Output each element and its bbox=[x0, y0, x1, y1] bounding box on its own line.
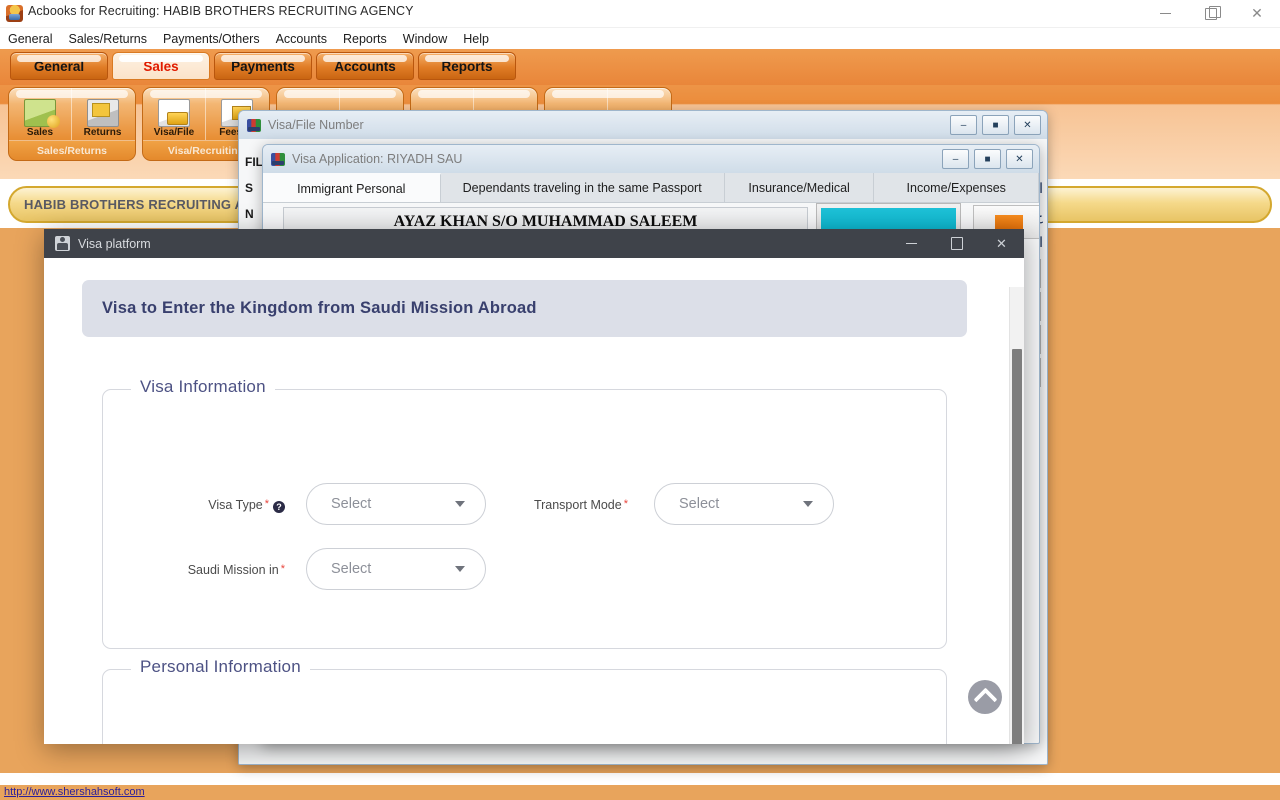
visa-type-required-mark: * bbox=[265, 498, 269, 510]
visa-platform-title: Visa platform bbox=[78, 237, 151, 251]
visa-file-window-controls: – ■ ✕ bbox=[950, 115, 1041, 135]
menu-item-window[interactable]: Window bbox=[403, 32, 447, 46]
visa-file-label-s: S bbox=[245, 175, 263, 201]
transport-mode-label-text: Transport Mode bbox=[534, 498, 622, 512]
visa-type-label: Visa Type*? bbox=[145, 498, 285, 513]
ribbon-button-returns[interactable]: Returns bbox=[71, 88, 133, 140]
ribbon-group-sales-returns: Sales Returns Sales/Returns bbox=[8, 87, 136, 161]
mdi-window-icon bbox=[247, 119, 261, 132]
visa-platform-banner: Visa to Enter the Kingdom from Saudi Mis… bbox=[82, 280, 967, 337]
status-bar bbox=[0, 785, 1280, 800]
ribbon-button-visa-file[interactable]: Visa/File bbox=[143, 88, 205, 140]
visa-file-left-labels: FIL S N bbox=[245, 149, 263, 227]
transport-mode-label: Transport Mode* bbox=[473, 498, 628, 512]
ribbon-button-visa-file-label: Visa/File bbox=[154, 127, 194, 138]
visa-file-label-fil: FIL bbox=[245, 149, 263, 175]
menu-item-general[interactable]: General bbox=[8, 32, 52, 46]
tab-income-expenses[interactable]: Income/Expenses bbox=[874, 173, 1039, 202]
chevron-down-icon bbox=[803, 501, 813, 507]
visa-application-close-button[interactable]: ✕ bbox=[1006, 149, 1033, 169]
help-icon[interactable]: ? bbox=[273, 501, 285, 513]
visa-platform-scrollbar[interactable] bbox=[1009, 287, 1024, 744]
chevron-down-icon bbox=[455, 501, 465, 507]
transport-mode-placeholder: Select bbox=[679, 496, 719, 512]
tab-dependants-same-passport[interactable]: Dependants traveling in the same Passpor… bbox=[441, 173, 725, 202]
menu-item-accounts[interactable]: Accounts bbox=[276, 32, 327, 46]
visa-platform-content: Visa to Enter the Kingdom from Saudi Mis… bbox=[44, 258, 1024, 744]
orange-action-icon bbox=[995, 215, 1023, 229]
money-stack-icon bbox=[24, 99, 56, 127]
ribbon-tab-payments[interactable]: Payments bbox=[214, 52, 312, 80]
visa-platform-maximize-button[interactable] bbox=[934, 229, 979, 258]
visa-type-select[interactable]: Select bbox=[306, 483, 486, 525]
chevron-down-icon bbox=[455, 566, 465, 572]
visa-file-maximize-button[interactable]: ■ bbox=[982, 115, 1009, 135]
ribbon-button-returns-label: Returns bbox=[84, 127, 122, 138]
mdi-window-icon bbox=[271, 153, 285, 166]
menu-item-sales-returns[interactable]: Sales/Returns bbox=[68, 32, 147, 46]
application-window: Acbooks for Recruiting: HABIB BROTHERS R… bbox=[0, 0, 1280, 800]
tab-insurance-medical[interactable]: Insurance/Medical bbox=[725, 173, 875, 202]
saudi-mission-label-text: Saudi Mission in bbox=[188, 563, 279, 577]
status-url-link[interactable]: http://www.shershahsoft.com bbox=[4, 786, 145, 798]
app-titlebar: Acbooks for Recruiting: HABIB BROTHERS R… bbox=[0, 0, 1280, 28]
visa-file-label-n: N bbox=[245, 201, 263, 227]
visa-file-titlebar: Visa/File Number – ■ ✕ bbox=[239, 111, 1047, 140]
visa-information-legend: Visa Information bbox=[131, 377, 275, 397]
visa-platform-scrollbar-thumb[interactable] bbox=[1012, 349, 1022, 744]
visa-type-label-text: Visa Type bbox=[208, 498, 262, 512]
ribbon-button-sales[interactable]: Sales bbox=[9, 88, 71, 140]
app-logo-icon bbox=[6, 5, 23, 22]
visa-application-maximize-button[interactable]: ■ bbox=[974, 149, 1001, 169]
saudi-mission-placeholder: Select bbox=[331, 561, 371, 577]
visa-platform-window: Visa platform ✕ Visa to Enter the Kingdo… bbox=[44, 229, 1024, 744]
visa-information-section: Visa Information Visa Type*? Select Tran… bbox=[102, 389, 947, 649]
visa-platform-minimize-button[interactable] bbox=[889, 229, 934, 258]
visa-application-tabs: Immigrant Personal Dependants traveling … bbox=[263, 173, 1039, 203]
visa-platform-window-controls: ✕ bbox=[889, 229, 1024, 258]
menu-item-payments-others[interactable]: Payments/Others bbox=[163, 32, 260, 46]
visa-file-close-button[interactable]: ✕ bbox=[1014, 115, 1041, 135]
saudi-mission-required-mark: * bbox=[281, 563, 285, 575]
app-title: Acbooks for Recruiting: HABIB BROTHERS R… bbox=[28, 4, 414, 18]
menu-item-help[interactable]: Help bbox=[463, 32, 489, 46]
personal-information-section: Personal Information bbox=[102, 669, 947, 744]
ribbon-tabs: General Sales Payments Accounts Reports bbox=[10, 52, 516, 80]
visa-application-title: Visa Application: RIYADH SAU bbox=[292, 152, 462, 166]
saudi-mission-label: Saudi Mission in* bbox=[125, 563, 285, 577]
saudi-mission-select[interactable]: Select bbox=[306, 548, 486, 590]
transport-mode-required-mark: * bbox=[624, 498, 628, 510]
personal-information-legend: Personal Information bbox=[131, 657, 310, 677]
visa-platform-form: Visa to Enter the Kingdom from Saudi Mis… bbox=[44, 258, 1024, 744]
visa-file-minimize-button[interactable]: – bbox=[950, 115, 977, 135]
app-restore-button[interactable] bbox=[1188, 0, 1234, 27]
visa-platform-banner-text: Visa to Enter the Kingdom from Saudi Mis… bbox=[102, 299, 537, 318]
app-minimize-button[interactable] bbox=[1142, 0, 1188, 27]
visa-file-title: Visa/File Number bbox=[268, 118, 364, 132]
ribbon-tab-general[interactable]: General bbox=[10, 52, 108, 80]
visa-application-window-controls: – ■ ✕ bbox=[942, 149, 1033, 169]
menu-item-reports[interactable]: Reports bbox=[343, 32, 387, 46]
visa-application-minimize-button[interactable]: – bbox=[942, 149, 969, 169]
person-icon bbox=[55, 236, 70, 251]
transport-mode-select[interactable]: Select bbox=[654, 483, 834, 525]
ribbon-tab-reports[interactable]: Reports bbox=[418, 52, 516, 80]
visa-type-placeholder: Select bbox=[331, 496, 371, 512]
app-close-button[interactable]: ✕ bbox=[1234, 0, 1280, 27]
visa-application-titlebar: Visa Application: RIYADH SAU – ■ ✕ bbox=[263, 145, 1039, 174]
visa-platform-close-button[interactable]: ✕ bbox=[979, 229, 1024, 258]
menu-bar: General Sales/Returns Payments/Others Ac… bbox=[0, 28, 1280, 49]
return-document-icon bbox=[87, 99, 119, 127]
scroll-to-top-button[interactable] bbox=[968, 680, 1002, 714]
ribbon-tab-sales[interactable]: Sales bbox=[112, 52, 210, 80]
visa-document-icon bbox=[158, 99, 190, 127]
chevron-up-icon bbox=[973, 687, 997, 711]
ribbon-group-caption-sales-returns: Sales/Returns bbox=[9, 140, 135, 160]
tab-immigrant-personal[interactable]: Immigrant Personal bbox=[263, 173, 441, 202]
app-window-controls: ✕ bbox=[1142, 0, 1280, 27]
ribbon-tab-accounts[interactable]: Accounts bbox=[316, 52, 414, 80]
ribbon-button-sales-label: Sales bbox=[27, 127, 53, 138]
visa-platform-titlebar: Visa platform ✕ bbox=[44, 229, 1024, 258]
